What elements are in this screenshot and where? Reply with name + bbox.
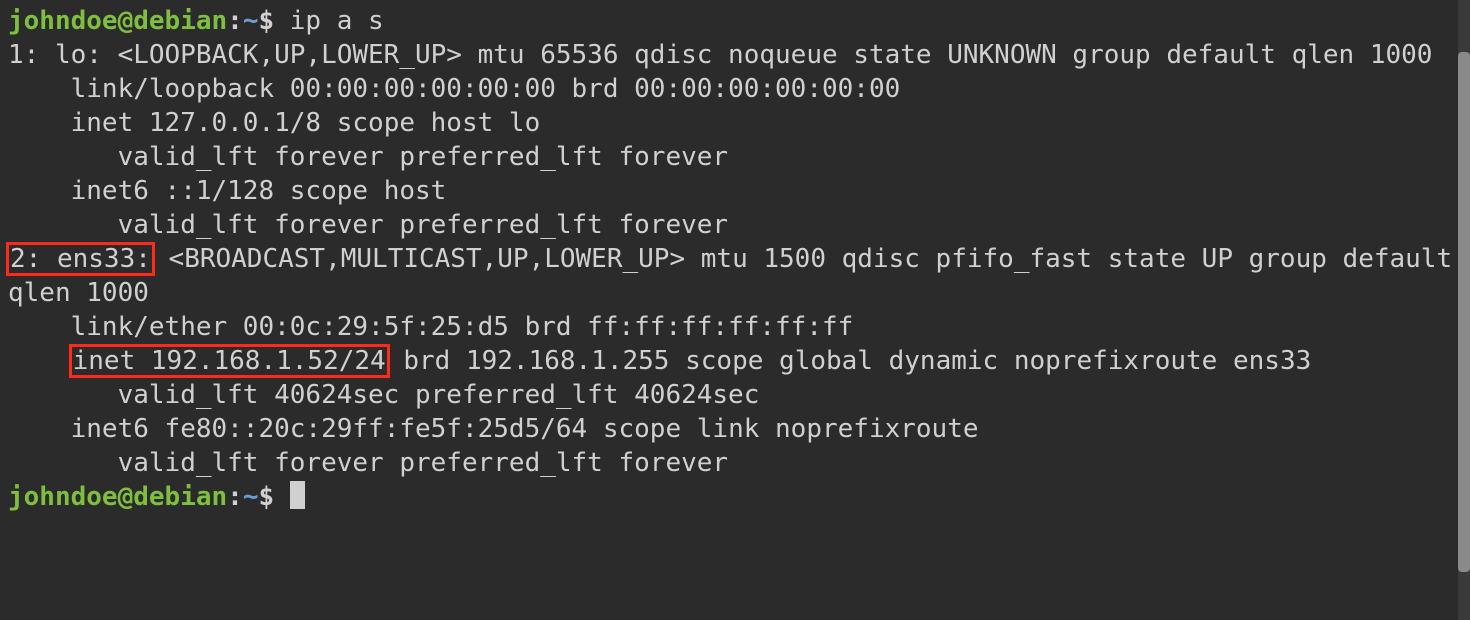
output-line: inet 127.0.0.1/8 scope host lo (8, 108, 540, 138)
output-text: <BROADCAST,MULTICAST,UP,LOWER_UP> mtu 15… (8, 244, 1468, 308)
cursor[interactable] (290, 481, 305, 509)
scrollbar-thumb[interactable] (1458, 52, 1470, 572)
prompt-line-2: johndoe@debian:~$ (8, 482, 305, 512)
output-line: valid_lft forever preferred_lft forever (8, 142, 728, 172)
output-line: 2: ens33: <BROADCAST,MULTICAST,UP,LOWER_… (8, 244, 1468, 308)
prompt-host: debian (133, 6, 227, 36)
output-line: 1: lo: <LOOPBACK,UP,LOWER_UP> mtu 65536 … (8, 40, 1432, 70)
output-line: link/loopback 00:00:00:00:00:00 brd 00:0… (8, 74, 900, 104)
prompt-line-1: johndoe@debian:~$ ip a s (8, 6, 384, 36)
prompt-dollar: $ (258, 482, 289, 512)
prompt-colon: : (227, 6, 243, 36)
output-line: valid_lft forever preferred_lft forever (8, 210, 728, 240)
prompt-path: ~ (243, 482, 259, 512)
prompt-dollar: $ (258, 6, 289, 36)
terminal[interactable]: johndoe@debian:~$ ip a s 1: lo: <LOOPBAC… (0, 0, 1470, 620)
prompt-user: johndoe (8, 6, 118, 36)
output-line: link/ether 00:0c:29:5f:25:d5 brd ff:ff:f… (8, 312, 853, 342)
command-text: ip a s (290, 6, 384, 36)
prompt-colon: : (227, 482, 243, 512)
output-line: inet 192.168.1.52/24 brd 192.168.1.255 s… (8, 346, 1311, 376)
prompt-path: ~ (243, 6, 259, 36)
prompt-at: @ (118, 6, 134, 36)
scrollbar-track[interactable] (1458, 0, 1470, 620)
output-line: inet6 fe80::20c:29ff:fe5f:25d5/64 scope … (8, 414, 994, 444)
output-text (8, 346, 71, 376)
output-text: brd 192.168.1.255 scope global dynamic n… (388, 346, 1312, 376)
output-line: valid_lft 40624sec preferred_lft 40624se… (8, 380, 759, 410)
output-line: valid_lft forever preferred_lft forever (8, 448, 728, 478)
highlight-inet-address: inet 192.168.1.52/24 (71, 346, 388, 376)
output-line: inet6 ::1/128 scope host (8, 176, 462, 206)
highlight-interface-name: 2: ens33: (8, 244, 153, 274)
prompt-host: debian (133, 482, 227, 512)
prompt-user: johndoe (8, 482, 118, 512)
prompt-at: @ (118, 482, 134, 512)
